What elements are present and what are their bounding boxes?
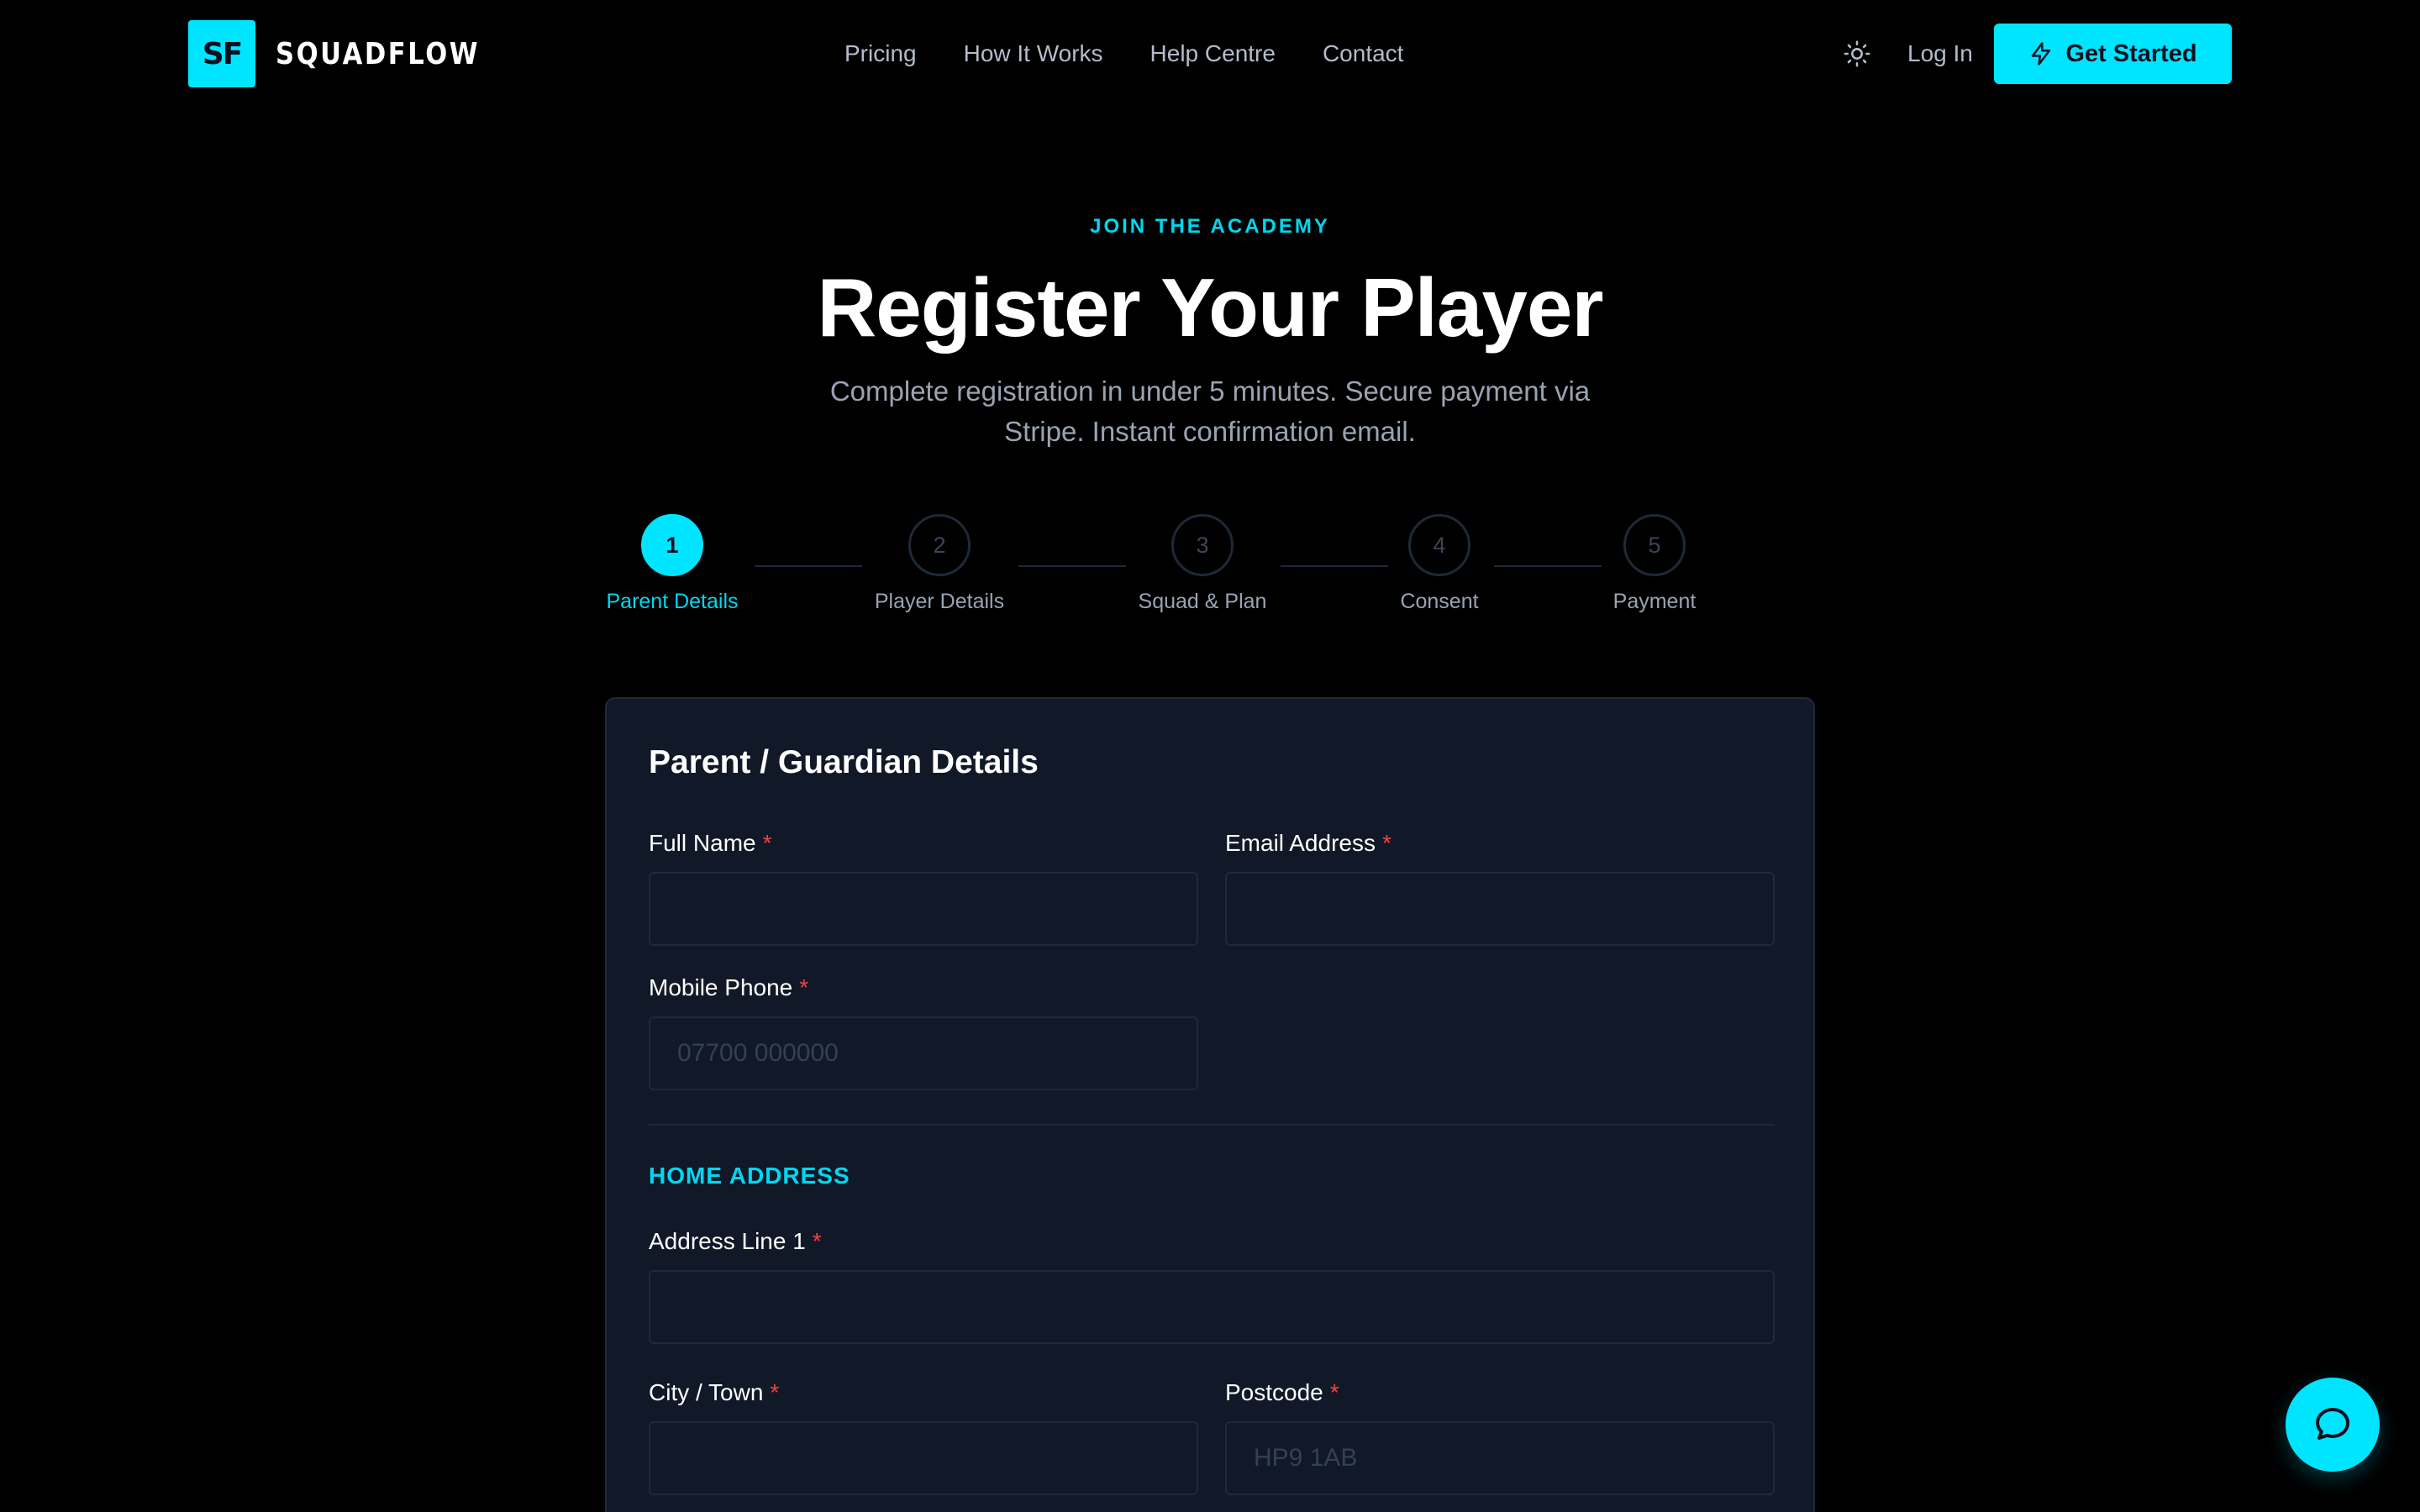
step-number: 4 <box>1408 514 1470 576</box>
address-line1-label-text: Address Line 1 <box>649 1228 806 1254</box>
step-number: 3 <box>1171 514 1234 576</box>
step-label: Parent Details <box>606 590 739 613</box>
login-link[interactable]: Log In <box>1907 37 1973 71</box>
email-label: Email Address * <box>1225 830 1392 857</box>
form-title: Parent / Guardian Details <box>649 744 1039 780</box>
hero-eyebrow: JOIN THE ACADEMY <box>1090 215 1330 238</box>
step-label: Consent <box>1400 590 1479 613</box>
step-label: Payment <box>1612 590 1697 613</box>
email-input[interactable] <box>1225 872 1775 946</box>
required-marker: * <box>1329 1379 1339 1405</box>
primary-nav: Pricing How It Works Help Centre Contact <box>844 34 1403 74</box>
full-name-label-text: Full Name <box>649 830 756 856</box>
required-marker: * <box>812 1228 822 1254</box>
required-marker: * <box>799 974 809 1000</box>
step-payment[interactable]: 5 Payment <box>1570 514 1739 614</box>
required-marker: * <box>762 830 772 856</box>
required-marker: * <box>1381 830 1392 856</box>
get-started-button[interactable]: Get Started <box>1994 24 2232 84</box>
postcode-input[interactable] <box>1225 1421 1775 1495</box>
step-consent[interactable]: 4 Consent <box>1355 514 1523 614</box>
parent-details-form: Parent / Guardian Details Full Name * Ema… <box>605 697 1815 1512</box>
brand-logo[interactable]: SF SQUADFLOW <box>188 20 516 87</box>
nav-link-how-it-works[interactable]: How It Works <box>964 40 1103 67</box>
brand-name: SQUADFLOW <box>276 36 481 71</box>
theme-toggle-button[interactable] <box>1840 37 1874 71</box>
required-marker: * <box>770 1379 780 1405</box>
phone-label-text: Mobile Phone <box>649 974 793 1000</box>
step-number: 5 <box>1623 514 1686 576</box>
step-squad-plan[interactable]: 3 Squad & Plan <box>1118 514 1286 614</box>
top-navigation: SF SQUADFLOW Pricing How It Works Help C… <box>0 0 2420 108</box>
step-connector <box>1018 565 1126 567</box>
full-name-input[interactable] <box>649 872 1198 946</box>
address-line1-input[interactable] <box>649 1270 1775 1344</box>
city-label-text: City / Town <box>649 1379 764 1405</box>
step-label: Player Details <box>874 590 1005 613</box>
phone-label: Mobile Phone * <box>649 974 808 1001</box>
city-input[interactable] <box>649 1421 1198 1495</box>
hero-subtitle: Complete registration in under 5 minutes… <box>829 375 1591 447</box>
lightning-icon <box>2032 42 2051 66</box>
logo-badge: SF <box>188 20 255 87</box>
postcode-label-text: Postcode <box>1225 1379 1323 1405</box>
nav-link-help-centre[interactable]: Help Centre <box>1150 40 1276 67</box>
email-label-text: Email Address <box>1225 830 1376 856</box>
postcode-label: Postcode * <box>1225 1379 1339 1406</box>
address-line1-label: Address Line 1 * <box>649 1228 822 1255</box>
get-started-label: Get Started <box>2065 39 2197 67</box>
section-divider <box>649 1124 1775 1126</box>
step-number: 1 <box>641 514 703 576</box>
chat-button[interactable] <box>2286 1378 2380 1472</box>
step-connector <box>755 565 862 567</box>
chat-bubble-icon <box>2316 1408 2349 1440</box>
step-number: 2 <box>908 514 971 576</box>
step-player-details[interactable]: 2 Player Details <box>855 514 1023 614</box>
city-label: City / Town * <box>649 1379 779 1406</box>
home-address-heading: HOME ADDRESS <box>649 1163 850 1189</box>
step-label: Squad & Plan <box>1138 590 1267 613</box>
full-name-label: Full Name * <box>649 830 772 857</box>
nav-link-contact[interactable]: Contact <box>1323 40 1404 67</box>
step-parent-details[interactable]: 1 Parent Details <box>588 514 756 614</box>
registration-stepper: 1 Parent Details 2 Player Details 3 Squa… <box>0 514 2420 623</box>
page-title: Register Your Player <box>817 261 1603 354</box>
nav-link-pricing[interactable]: Pricing <box>844 40 917 67</box>
sun-icon <box>1844 40 1870 67</box>
mobile-phone-input[interactable] <box>649 1016 1198 1090</box>
